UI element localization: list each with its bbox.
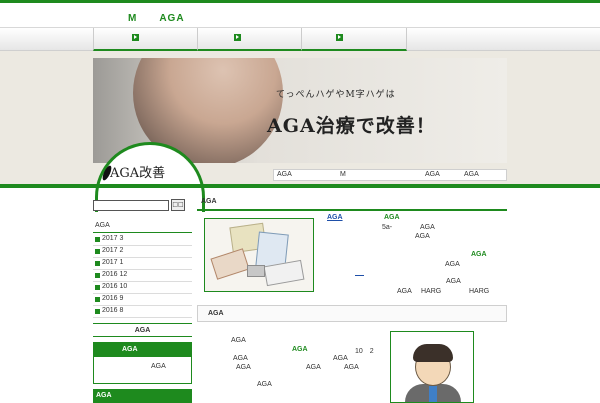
- archive-label: 2016 8: [102, 307, 124, 314]
- post-text: AGA: [446, 278, 461, 285]
- archive-item[interactable]: 2016 9: [93, 294, 192, 306]
- breadcrumb-item[interactable]: AGA: [425, 171, 440, 178]
- play-arrow-icon: [234, 34, 241, 41]
- section-text: AGA: [231, 337, 246, 344]
- nav-item-3[interactable]: [301, 28, 407, 51]
- section-text: AGA: [344, 364, 359, 371]
- post-text: HARG: [469, 288, 490, 295]
- post-title-link[interactable]: AGA: [327, 214, 343, 221]
- archive-label: 2016 9: [102, 295, 124, 302]
- play-arrow-icon: [336, 34, 343, 41]
- archive-label: 2017 1: [102, 259, 124, 266]
- nav-item-2[interactable]: [197, 28, 301, 51]
- doctor-illustration: [390, 331, 474, 403]
- section-text: AGA: [236, 364, 251, 371]
- logo-text[interactable]: AGA改善: [110, 162, 165, 181]
- bullet-icon: [95, 297, 100, 302]
- sidebar-bottom-heading: AGA: [93, 389, 192, 403]
- breadcrumb-item[interactable]: AGA: [464, 171, 479, 178]
- post-text: AGA: [397, 288, 412, 295]
- post-text: HARG: [421, 288, 442, 295]
- sidebar-box-text[interactable]: AGA: [151, 363, 166, 370]
- post-text: 5a-: [382, 224, 393, 231]
- archive-item[interactable]: 2016 8: [93, 306, 192, 318]
- post-text: AGA: [420, 224, 435, 231]
- archive-label: 2016 12: [102, 271, 128, 278]
- sidebar-section-heading: AGA: [93, 323, 192, 337]
- pill-pack: [247, 265, 265, 277]
- breadcrumb-item[interactable]: M: [340, 171, 346, 178]
- play-arrow-icon: [132, 34, 139, 41]
- breadcrumb-item[interactable]: AGA: [277, 171, 292, 178]
- search-input[interactable]: [93, 200, 169, 211]
- content-heading: AGA: [197, 195, 507, 211]
- bullet-icon: [95, 273, 100, 278]
- main-divider: [0, 184, 600, 188]
- bullet-icon: [95, 285, 100, 290]
- archive-item[interactable]: 2016 12: [93, 270, 192, 282]
- product-photo[interactable]: [204, 218, 314, 292]
- archive-item[interactable]: 2017 3: [93, 234, 192, 246]
- section-green-text: AGA: [292, 346, 308, 353]
- section-text: 10 2: [355, 348, 374, 355]
- section-heading: AGA: [197, 305, 507, 322]
- site-title[interactable]: M AGA: [128, 9, 185, 24]
- section-text: AGA: [306, 364, 321, 371]
- hair: [413, 344, 453, 362]
- nav-item-1[interactable]: [93, 28, 197, 51]
- inline-link[interactable]: [355, 275, 364, 276]
- bullet-icon: [95, 237, 100, 242]
- post-text: AGA: [445, 261, 460, 268]
- archive-label: 2016 10: [102, 283, 128, 290]
- bullet-icon: [95, 261, 100, 266]
- bullet-icon: [95, 309, 100, 314]
- breadcrumb: AGA M AGA AGA: [273, 169, 507, 181]
- archive-item[interactable]: 2017 1: [93, 258, 192, 270]
- global-nav: [0, 27, 600, 51]
- sidebar-box-heading: AGA: [94, 343, 191, 357]
- top-accent-line: [0, 0, 600, 3]
- archive-item[interactable]: 2017 2: [93, 246, 192, 258]
- banner-subtitle: てっぺんハゲやM字ハゲは: [276, 90, 396, 100]
- post-text: AGA: [415, 233, 430, 240]
- archive-label: 2017 3: [102, 235, 124, 242]
- archive-item[interactable]: 2016 10: [93, 282, 192, 294]
- post-green-text: AGA: [471, 251, 487, 258]
- section-text: AGA: [333, 355, 348, 362]
- bullet-icon: [95, 249, 100, 254]
- product-box: [210, 248, 250, 280]
- search-button[interactable]: □□: [171, 199, 185, 211]
- sidebar-box: AGA AGA: [93, 342, 192, 384]
- section-text: AGA: [257, 381, 272, 388]
- sidebar-category[interactable]: AGA: [93, 222, 192, 233]
- archive-label: 2017 2: [102, 247, 124, 254]
- tie: [429, 386, 437, 402]
- post-green-label: AGA: [384, 214, 400, 221]
- banner-title: AGA治療で改善！: [267, 115, 436, 137]
- section-text: AGA: [233, 355, 248, 362]
